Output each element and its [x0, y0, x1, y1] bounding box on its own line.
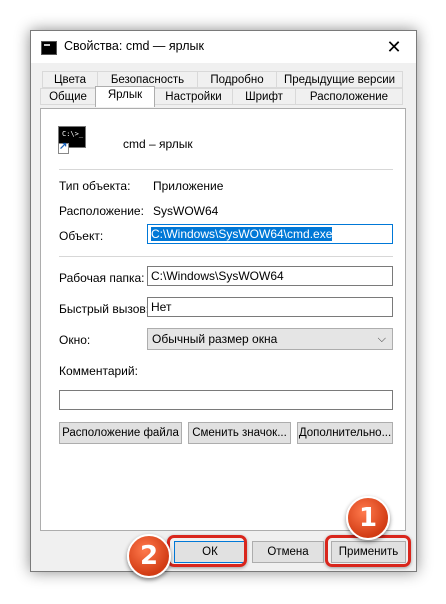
hotkey-input[interactable]: Нет [147, 297, 393, 317]
tab-colors[interactable]: Цвета [42, 71, 98, 88]
properties-dialog: Свойства: cmd — ярлык ✕ Цвета Безопаснос… [30, 30, 417, 572]
tab-options[interactable]: Настройки [154, 88, 233, 105]
workdir-input[interactable]: C:\Windows\SysWOW64 [147, 266, 393, 286]
hotkey-label: Быстрый вызов: [59, 302, 150, 316]
shortcut-name: cmd – ярлык [123, 137, 193, 151]
chevron-down-icon: ⌵ [377, 333, 386, 345]
change-icon-button[interactable]: Сменить значок... [188, 422, 291, 444]
type-label: Тип объекта: [59, 179, 131, 193]
tab-shortcut[interactable]: Ярлык [95, 86, 155, 107]
highlight-ok [167, 535, 247, 567]
window-title: Свойства: cmd — ярлык [64, 39, 204, 53]
type-value: Приложение [153, 179, 224, 193]
close-button[interactable]: ✕ [372, 31, 416, 63]
divider [59, 169, 393, 170]
run-select-value: Обычный размер окна [152, 332, 278, 346]
advanced-button[interactable]: Дополнительно... [297, 422, 393, 444]
divider [59, 256, 393, 257]
tab-general[interactable]: Общие [40, 88, 96, 105]
tab-font[interactable]: Шрифт [232, 88, 296, 105]
tab-details[interactable]: Подробно [197, 71, 277, 88]
tab-previous-versions[interactable]: Предыдущие версии [276, 71, 403, 88]
tab-layout[interactable]: Расположение [295, 88, 403, 105]
target-value: C:\Windows\SysWOW64\cmd.exe [151, 227, 333, 241]
shortcut-panel: C:\>_ cmd – ярлык Тип объекта: Приложени… [40, 108, 406, 531]
comment-input[interactable] [59, 390, 393, 410]
shortcut-arrow-icon [58, 141, 69, 154]
run-select[interactable]: Обычный размер окна ⌵ [147, 328, 393, 350]
location-label: Расположение: [59, 204, 144, 218]
run-label: Окно: [59, 333, 91, 347]
title-bar: Свойства: cmd — ярлык ✕ [31, 31, 416, 63]
cancel-button[interactable]: Отмена [252, 541, 324, 563]
target-label: Объект: [59, 229, 104, 243]
cmd-app-icon [41, 41, 57, 55]
open-file-location-button[interactable]: Расположение файла [59, 422, 182, 444]
target-input[interactable]: C:\Windows\SysWOW64\cmd.exe [147, 224, 393, 244]
location-value: SysWOW64 [153, 204, 219, 218]
tab-strip: Цвета Безопасность Подробно Предыдущие в… [40, 71, 406, 109]
step-1-badge: 1 [346, 496, 390, 540]
cmd-prompt-glyph: C:\>_ [62, 130, 84, 138]
comment-label: Комментарий: [59, 364, 138, 378]
workdir-label: Рабочая папка: [59, 271, 145, 285]
step-2-badge: 2 [127, 534, 171, 578]
